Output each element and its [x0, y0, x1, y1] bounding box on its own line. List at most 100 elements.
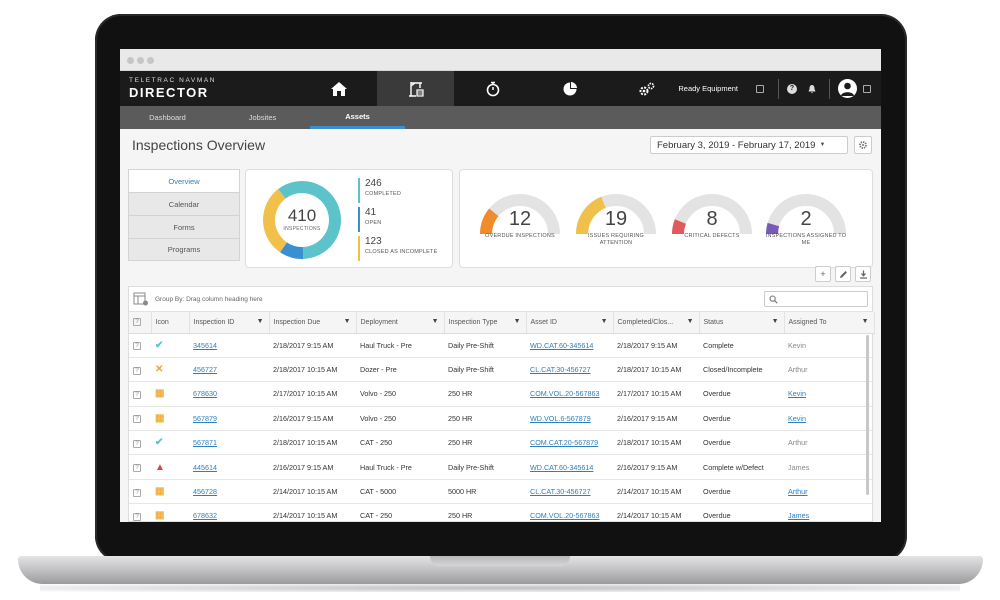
account-menu-icon[interactable]: [756, 84, 764, 93]
tab-assets[interactable]: Assets: [310, 106, 405, 129]
cell-inspection-id[interactable]: 678630: [189, 381, 269, 407]
cell-asset-id[interactable]: COM.CAT.20-567879: [526, 430, 613, 456]
question-icon[interactable]: ?: [133, 318, 141, 327]
side-item-overview[interactable]: Overview: [128, 169, 240, 192]
window-close-dot[interactable]: [127, 57, 134, 64]
filter-icon[interactable]: ▼: [432, 318, 439, 325]
cell-assigned-to[interactable]: Kevin: [784, 381, 874, 407]
header-asset-id[interactable]: Asset ID ▼: [526, 312, 614, 334]
filter-icon[interactable]: ▼: [514, 318, 521, 325]
question-icon[interactable]: ?: [133, 512, 141, 521]
nav-reports[interactable]: [531, 71, 608, 106]
question-icon[interactable]: ?: [133, 439, 141, 448]
download-button[interactable]: [855, 266, 871, 282]
header-inspection-id[interactable]: Inspection ID ▼: [189, 312, 270, 334]
table-row[interactable]: ? ▦ 678632 2/14/2017 10:15 AM CAT - 250 250 H…: [129, 503, 874, 522]
account-name[interactable]: Ready Equipment: [678, 84, 738, 93]
filter-icon[interactable]: ▼: [344, 318, 351, 325]
cell-inspection-id[interactable]: 445614: [189, 454, 269, 480]
table-row[interactable]: ? ✔ 345614 2/18/2017 9:15 AM Haul Truck - Pr…: [129, 333, 874, 358]
cell-asset-id[interactable]: WD.CAT.60-345614: [526, 454, 613, 480]
filter-icon[interactable]: ▼: [257, 318, 264, 325]
user-menu-icon[interactable]: [863, 84, 871, 93]
cell-assigned-to[interactable]: James: [784, 503, 874, 522]
header-inspection-type[interactable]: Inspection Type ▼: [444, 312, 527, 334]
nav-timer[interactable]: [454, 71, 531, 106]
avatar[interactable]: [838, 79, 857, 98]
cell-inspection-due: 2/16/2017 9:15 AM: [269, 406, 356, 432]
question-icon[interactable]: ?: [133, 464, 141, 473]
app-screen: TELETRAC NAVMAN DIRECTOR Ready Equipment…: [120, 49, 881, 522]
add-button[interactable]: +: [815, 266, 831, 282]
cell-asset-id[interactable]: CL.CAT.30-456727: [526, 357, 613, 383]
question-icon[interactable]: ?: [133, 415, 141, 424]
grid-scrollbar[interactable]: [866, 335, 869, 495]
column-chooser-icon[interactable]: [133, 292, 149, 306]
table-row[interactable]: ? ▲ 445614 2/16/2017 9:15 AM Haul Truck - Pr…: [129, 454, 874, 480]
question-icon[interactable]: ?: [133, 390, 141, 399]
cell-help[interactable]: ?: [129, 454, 151, 480]
cell-asset-id[interactable]: WD.VOL.6-567879: [526, 406, 613, 432]
filter-icon[interactable]: ▼: [687, 318, 694, 325]
header-assigned-to[interactable]: Assigned To ▼: [784, 312, 875, 334]
header-icon[interactable]: Icon: [151, 312, 190, 334]
table-row[interactable]: ? ✕ 456727 2/18/2017 10:15 AM Dozer - Pre Dai…: [129, 357, 874, 383]
brand-logo[interactable]: TELETRAC NAVMAN DIRECTOR: [120, 77, 300, 99]
cell-inspection-id[interactable]: 456728: [189, 479, 269, 505]
header-inspection-due[interactable]: Inspection Due ▼: [269, 312, 357, 334]
side-item-calendar[interactable]: Calendar: [128, 192, 240, 215]
cell-help[interactable]: ?: [129, 381, 151, 407]
gauge-assigned[interactable]: 2 INSPECTIONS ASSIGNED TO ME: [764, 188, 848, 258]
table-row[interactable]: ? ✔ 567871 2/18/2017 10:15 AM CAT - 250 250 H…: [129, 430, 874, 456]
header-completed[interactable]: Completed/Clos... ▼: [613, 312, 700, 334]
cell-asset-id[interactable]: COM.VOL.20-567863: [526, 381, 613, 407]
cell-inspection-id[interactable]: 567879: [189, 406, 269, 432]
window-maximize-dot[interactable]: [147, 57, 154, 64]
edit-button[interactable]: [835, 266, 851, 282]
cell-inspection-id[interactable]: 678632: [189, 503, 269, 522]
header-status[interactable]: Status ▼: [699, 312, 785, 334]
question-icon[interactable]: ?: [133, 342, 141, 351]
cell-asset-id[interactable]: WD.CAT.60-345614: [526, 333, 613, 358]
tab-jobsites[interactable]: Jobsites: [215, 106, 310, 129]
date-settings-button[interactable]: [854, 136, 872, 154]
cell-status: Overdue: [699, 406, 784, 432]
cell-help[interactable]: ?: [129, 503, 151, 522]
cell-help[interactable]: ?: [129, 357, 151, 383]
tab-dashboard[interactable]: Dashboard: [120, 106, 215, 129]
gauge-overdue[interactable]: 12 OVERDUE INSPECTIONS: [478, 188, 562, 258]
cell-assigned-to[interactable]: Arthur: [784, 479, 874, 505]
filter-icon[interactable]: ▼: [862, 318, 869, 325]
cell-asset-id[interactable]: COM.VOL.20-567863: [526, 503, 613, 522]
window-minimize-dot[interactable]: [137, 57, 144, 64]
group-by-bar[interactable]: Group By: Drag column heading here: [129, 287, 872, 312]
nav-assets[interactable]: [377, 71, 454, 106]
side-item-forms[interactable]: Forms: [128, 215, 240, 238]
nav-settings[interactable]: [608, 71, 685, 106]
cell-inspection-id[interactable]: 456727: [189, 357, 269, 383]
question-icon[interactable]: ?: [133, 488, 141, 497]
gauge-critical[interactable]: 8 CRITICAL DEFECTS: [670, 188, 754, 258]
question-icon[interactable]: ?: [133, 366, 141, 375]
grid-search-input[interactable]: [764, 291, 868, 307]
cell-asset-id[interactable]: CL.CAT.30-456727: [526, 479, 613, 505]
cell-inspection-id[interactable]: 567871: [189, 430, 269, 456]
cell-help[interactable]: ?: [129, 430, 151, 456]
side-item-programs[interactable]: Programs: [128, 238, 240, 261]
bell-icon[interactable]: [807, 84, 817, 94]
cell-help[interactable]: ?: [129, 406, 151, 432]
nav-home[interactable]: [300, 71, 377, 106]
help-icon[interactable]: ?: [787, 83, 797, 94]
filter-icon[interactable]: ▼: [601, 318, 608, 325]
gauge-issues[interactable]: 19 ISSUES REQUIRING ATTENTION: [574, 188, 658, 258]
table-row[interactable]: ? ▦ 678630 2/17/2017 10:15 AM Volvo - 250 250…: [129, 381, 874, 407]
table-row[interactable]: ? ▦ 456728 2/14/2017 10:15 AM CAT - 5000 5000…: [129, 479, 874, 505]
header-deployment[interactable]: Deployment ▼: [356, 312, 445, 334]
cell-help[interactable]: ?: [129, 479, 151, 505]
filter-icon[interactable]: ▼: [772, 318, 779, 325]
date-range-picker[interactable]: February 3, 2019 - February 17, 2019 ▼: [650, 136, 848, 154]
table-row[interactable]: ? ▦ 567879 2/16/2017 9:15 AM Volvo - 250 250 …: [129, 406, 874, 432]
cell-inspection-id[interactable]: 345614: [189, 333, 269, 358]
cell-assigned-to[interactable]: Kevin: [784, 406, 874, 432]
cell-help[interactable]: ?: [129, 333, 151, 358]
